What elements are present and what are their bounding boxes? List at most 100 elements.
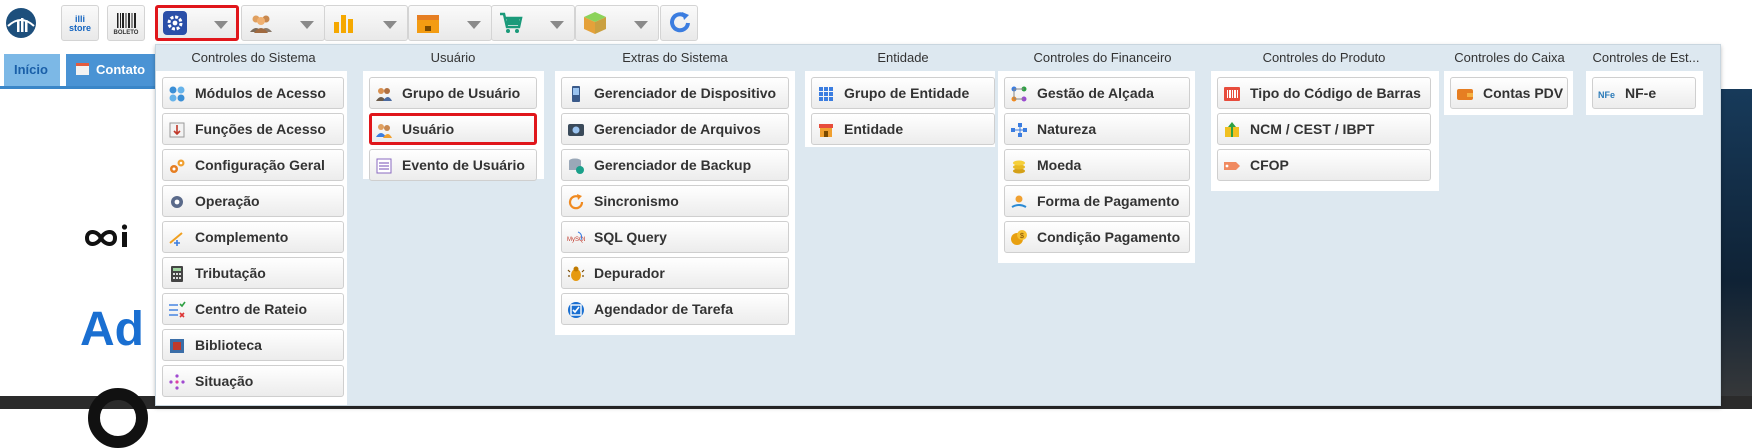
illi-logo-icon[interactable]: [4, 6, 38, 40]
menu-column-header: Controles de Est...: [1592, 50, 1700, 65]
menu-item-ncm-cest-ibpt[interactable]: NCM / CEST / IBPT: [1217, 113, 1431, 145]
library-icon: [168, 337, 186, 355]
menu-item-funcoes-de-acesso[interactable]: Funções de Acesso: [162, 113, 344, 145]
menu-item-label: Evento de Usuário: [402, 157, 525, 173]
products-menu-button[interactable]: [575, 5, 659, 41]
menu-item-label: Agendador de Tarefa: [594, 301, 733, 317]
payment-condition-icon: $: [1010, 229, 1028, 247]
calculator-icon: [168, 265, 186, 283]
task-scheduler-icon: [567, 301, 585, 319]
sql-icon: MySQL: [567, 229, 588, 247]
menu-item-gerenciador-de-dispositivo[interactable]: Gerenciador de Dispositivo: [561, 77, 789, 109]
functions-icon: [168, 121, 186, 139]
menu-item-label: Forma de Pagamento: [1037, 193, 1180, 209]
illi-store-button[interactable]: illi store: [61, 5, 99, 41]
user-group-icon: [375, 85, 393, 103]
wallet-icon: [1456, 85, 1474, 103]
menu-item-contas-pdv[interactable]: Contas PDV: [1450, 77, 1568, 109]
backup-icon: [567, 157, 585, 175]
menu-item-tributacao[interactable]: Tributação: [162, 257, 344, 289]
menu-item-agendador-de-tarefa[interactable]: Agendador de Tarefa: [561, 293, 789, 325]
menu-item-cfop[interactable]: CFOP: [1217, 149, 1431, 181]
checklist-icon: [168, 301, 186, 319]
menu-item-label: Configuração Geral: [195, 157, 325, 173]
menu-item-condicao-pagamento[interactable]: $ Condição Pagamento: [1004, 221, 1190, 253]
sync-icon: [567, 193, 585, 211]
menu-item-configuracao-geral[interactable]: Configuração Geral: [162, 149, 344, 181]
store-icon: [817, 121, 835, 139]
bar-chart-icon: [334, 15, 353, 33]
menu-item-label: Contas PDV: [1483, 85, 1564, 101]
cart-icon: [500, 12, 523, 33]
tab-contato[interactable]: Contato A: [66, 54, 166, 109]
sales-menu-button[interactable]: [491, 5, 575, 41]
menu-item-biblioteca[interactable]: Biblioteca: [162, 329, 344, 361]
menu-item-usuario[interactable]: Usuário: [369, 113, 537, 145]
menu-item-label: Usuário: [402, 121, 455, 137]
menu-item-entidade[interactable]: Entidade: [811, 113, 995, 145]
menu-item-moeda[interactable]: Moeda: [1004, 149, 1190, 181]
background-circle-shape: [88, 388, 148, 448]
nfe-icon: NFe: [1598, 85, 1616, 103]
menu-item-sincronismo[interactable]: Sincronismo: [561, 185, 789, 217]
tab-inicio[interactable]: Início: [4, 54, 60, 86]
menu-item-complemento[interactable]: Complemento: [162, 221, 344, 253]
refresh-button[interactable]: [660, 5, 698, 41]
menu-item-label: Grupo de Usuário: [402, 85, 521, 101]
chevron-down-icon: [300, 21, 314, 29]
menu-item-label: Funções de Acesso: [195, 121, 326, 137]
settings-dropdown-menu: Controles do Sistema Módulos de Acesso Fun…: [155, 44, 1721, 406]
barcode-icon: [1223, 85, 1241, 103]
menu-item-nf-e[interactable]: NFe NF-e: [1592, 77, 1696, 109]
menu-item-label: Centro de Rateio: [195, 301, 308, 317]
menu-item-label: Depurador: [594, 265, 665, 281]
menu-item-centro-de-rateio[interactable]: Centro de Rateio: [162, 293, 344, 325]
menu-column-header: Controles do Sistema: [191, 50, 316, 65]
menu-item-label: Tipo do Código de Barras: [1250, 85, 1421, 101]
users-menu-button[interactable]: [241, 5, 325, 41]
menu-item-operacao[interactable]: Operação: [162, 185, 344, 217]
menu-item-natureza[interactable]: Natureza: [1004, 113, 1190, 145]
menu-column: Controles do Sistema Módulos de Acesso Fun…: [156, 45, 351, 405]
tab-underline: [0, 86, 160, 89]
menu-item-evento-de-usuario[interactable]: Evento de Usuário: [369, 149, 537, 181]
menu-column: Entidade Grupo de Entidade Entidade: [805, 45, 1001, 405]
menu-item-label: Gerenciador de Backup: [594, 157, 752, 173]
chevron-down-icon: [383, 21, 397, 29]
svg-text:NFe: NFe: [1598, 90, 1615, 100]
top-toolbar: illi store BOLETO: [0, 0, 1752, 48]
menu-item-gestao-de-alcada[interactable]: Gestão de Alçada: [1004, 77, 1190, 109]
operation-gear-icon: [168, 193, 186, 211]
boleto-text: BOLETO: [113, 30, 139, 36]
chevron-down-icon: [214, 21, 228, 29]
menu-column-header: Entidade: [877, 50, 929, 65]
menu-item-label: Tributação: [195, 265, 266, 281]
boleto-button[interactable]: BOLETO: [107, 5, 145, 41]
menu-item-label: Natureza: [1037, 121, 1097, 137]
background-heading: Ad: [80, 303, 144, 356]
stock-menu-button[interactable]: [408, 5, 492, 41]
menu-item-gerenciador-de-backup[interactable]: Gerenciador de Backup: [561, 149, 789, 181]
complement-icon: [168, 229, 186, 247]
refresh-icon: [670, 12, 690, 33]
svg-text:MySQL: MySQL: [567, 237, 585, 243]
menu-item-grupo-de-entidade[interactable]: Grupo de Entidade: [811, 77, 995, 109]
menu-column-panel: NFe NF-e: [1586, 71, 1703, 115]
menu-item-grupo-de-usuario[interactable]: Grupo de Usuário: [369, 77, 537, 109]
menu-item-forma-de-pagamento[interactable]: Forma de Pagamento: [1004, 185, 1190, 217]
settings-menu-button[interactable]: [155, 5, 239, 41]
reports-menu-button[interactable]: [324, 5, 408, 41]
menu-item-gerenciador-de-arquivos[interactable]: Gerenciador de Arquivos: [561, 113, 789, 145]
bug-icon: [567, 265, 585, 283]
menu-column: Controles do Caixa Contas PDV: [1444, 45, 1575, 405]
payment-icon: [1010, 193, 1028, 211]
menu-item-situacao[interactable]: Situação: [162, 365, 344, 397]
menu-item-label: SQL Query: [594, 229, 667, 245]
menu-item-label: Operação: [195, 193, 260, 209]
menu-item-label: Gestão de Alçada: [1037, 85, 1154, 101]
menu-item-depurador[interactable]: Depurador: [561, 257, 789, 289]
menu-item-tipo-do-codigo-de-barras[interactable]: Tipo do Código de Barras: [1217, 77, 1431, 109]
menu-item-modulos-de-acesso[interactable]: Módulos de Acesso: [162, 77, 344, 109]
menu-item-sql-query[interactable]: MySQL SQL Query: [561, 221, 789, 253]
chevron-down-icon: [550, 21, 564, 29]
